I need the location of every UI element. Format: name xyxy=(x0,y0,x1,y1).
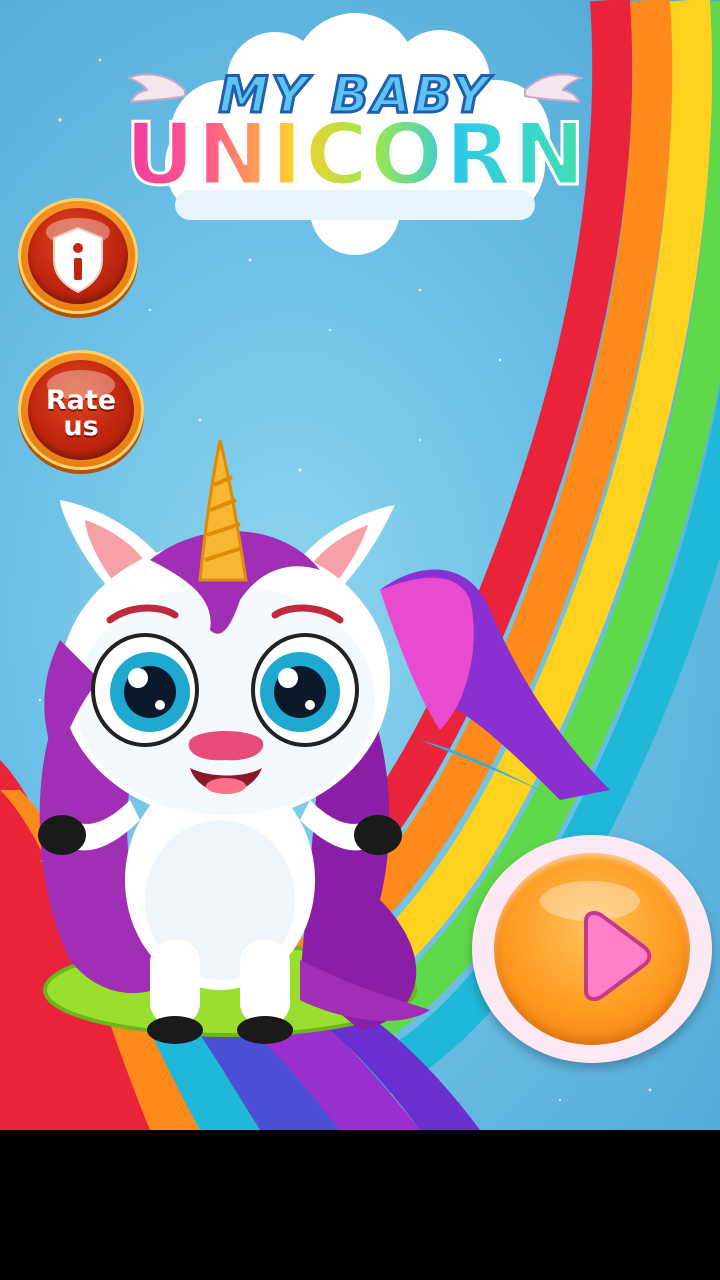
play-button[interactable] xyxy=(472,835,712,1063)
play-icon xyxy=(584,911,652,1001)
game-screen: MY BABY UNICORN Rate us xyxy=(0,0,720,1130)
